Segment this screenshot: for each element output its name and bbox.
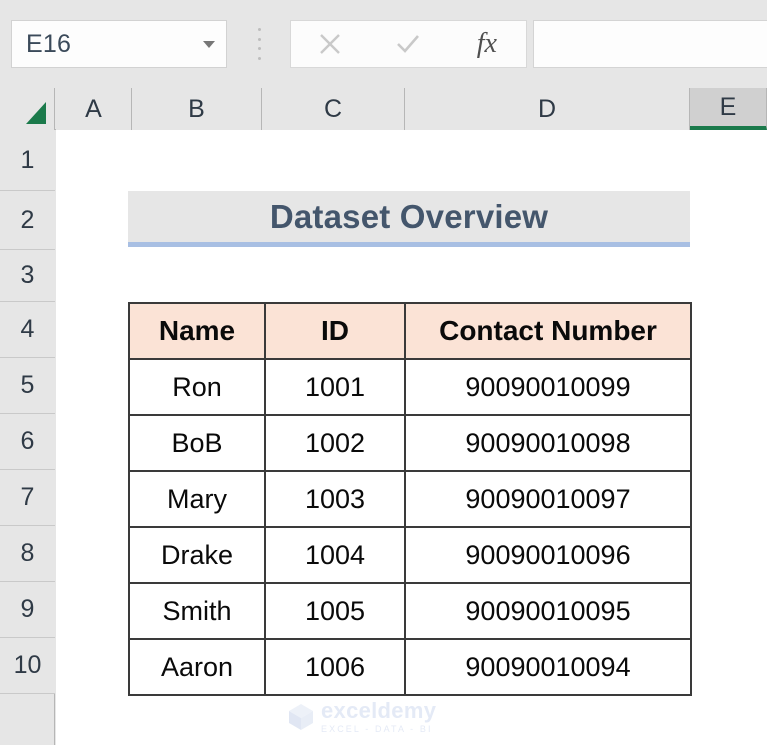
row-header-7[interactable]: 7 (0, 470, 55, 526)
page-title: Dataset Overview (269, 197, 549, 235)
row-header-3[interactable]: 3 (0, 250, 55, 302)
table-column-header: ID (264, 302, 406, 360)
table-cell[interactable]: Drake (128, 526, 266, 584)
table-cell[interactable]: 90090010097 (404, 470, 692, 528)
column-header-row: ABCDE (0, 88, 767, 130)
sheet-canvas[interactable]: Dataset Overview Name ID Contact Number Ro… (56, 130, 767, 745)
row-header-6[interactable]: 6 (0, 414, 55, 470)
table-cell[interactable]: Ron (128, 358, 266, 416)
table-header-row: Name ID Contact Number (128, 302, 692, 360)
table-row: BoB 1002 90090010098 (128, 414, 692, 472)
name-box-value: E16 (26, 29, 72, 58)
table-row: Smith 1005 90090010095 (128, 582, 692, 640)
row-header-8[interactable]: 8 (0, 526, 55, 582)
table-row: Ron 1001 90090010099 (128, 358, 692, 416)
table-cell[interactable]: 1005 (264, 582, 406, 640)
table-cell[interactable]: 90090010094 (404, 638, 692, 696)
row-header-9[interactable]: 9 (0, 582, 55, 638)
row-header-5[interactable]: 5 (0, 358, 55, 414)
table-cell[interactable]: 1003 (264, 470, 406, 528)
table-column-header: Name (128, 302, 266, 360)
table-cell[interactable]: 1002 (264, 414, 406, 472)
watermark-tagline: EXCEL - DATA - BI (321, 724, 433, 734)
watermark-brand: exceldemy (321, 698, 437, 723)
chevron-down-icon (203, 40, 215, 48)
dataset-table: Name ID Contact Number Ron 1001 90090010099 B… (128, 302, 692, 696)
enter-button[interactable] (369, 21, 447, 67)
column-header-b[interactable]: B (132, 88, 262, 130)
row-header-1[interactable]: 1 (0, 130, 55, 191)
table-cell[interactable]: 90090010099 (404, 358, 692, 416)
check-icon (397, 35, 420, 53)
excel-worksheet-screen: E16 fx A B C D E 1 2 3 4 5 6 7 8 9 10 Da… (0, 0, 767, 745)
grip-dot-icon (257, 37, 261, 41)
dataset-title-banner[interactable]: Dataset Overview (128, 191, 690, 247)
insert-function-button[interactable]: fx (448, 21, 526, 67)
table-cell[interactable]: BoB (128, 414, 266, 472)
grip-dot-icon (257, 56, 261, 60)
table-cell[interactable]: Smith (128, 582, 266, 640)
column-header-c[interactable]: C (262, 88, 405, 130)
row-header-4[interactable]: 4 (0, 302, 55, 358)
column-header-d[interactable]: D (405, 88, 690, 130)
table-cell[interactable]: 90090010098 (404, 414, 692, 472)
table-cell[interactable]: Aaron (128, 638, 266, 696)
row-header-10[interactable]: 10 (0, 638, 55, 694)
select-all-button[interactable] (0, 88, 55, 130)
table-row: Drake 1004 90090010096 (128, 526, 692, 584)
column-header-e[interactable]: E (690, 88, 767, 130)
table-column-header: Contact Number (404, 302, 692, 360)
close-icon (320, 34, 341, 54)
formula-action-buttons: fx (290, 20, 527, 68)
watermark-text: exceldemy EXCEL - DATA - BI (321, 700, 436, 734)
select-all-triangle-icon (26, 102, 46, 124)
table-row: Aaron 1006 90090010094 (128, 638, 692, 696)
formula-bar: E16 fx (0, 0, 767, 88)
cube-logo-icon (288, 703, 314, 731)
formula-input[interactable] (533, 20, 767, 68)
table-row: Mary 1003 90090010097 (128, 470, 692, 528)
grip-dot-icon (257, 28, 261, 31)
table-cell[interactable]: 1006 (264, 638, 406, 696)
table-cell[interactable]: 1004 (264, 526, 406, 584)
row-header-2[interactable]: 2 (0, 191, 55, 250)
table-cell[interactable]: Mary (128, 470, 266, 528)
row-header-column: 1 2 3 4 5 6 7 8 9 10 (0, 130, 55, 745)
grip-dot-icon (257, 47, 261, 51)
formula-bar-grip-handle[interactable] (253, 26, 265, 62)
name-box-dropdown-button[interactable] (192, 40, 226, 48)
exceldemy-watermark: exceldemy EXCEL - DATA - BI (288, 700, 488, 734)
table-cell[interactable]: 90090010096 (404, 526, 692, 584)
table-cell[interactable]: 90090010095 (404, 582, 692, 640)
cancel-button[interactable] (291, 21, 369, 67)
name-box[interactable]: E16 (11, 20, 227, 68)
table-cell[interactable]: 1001 (264, 358, 406, 416)
column-header-a[interactable]: A (56, 88, 132, 130)
